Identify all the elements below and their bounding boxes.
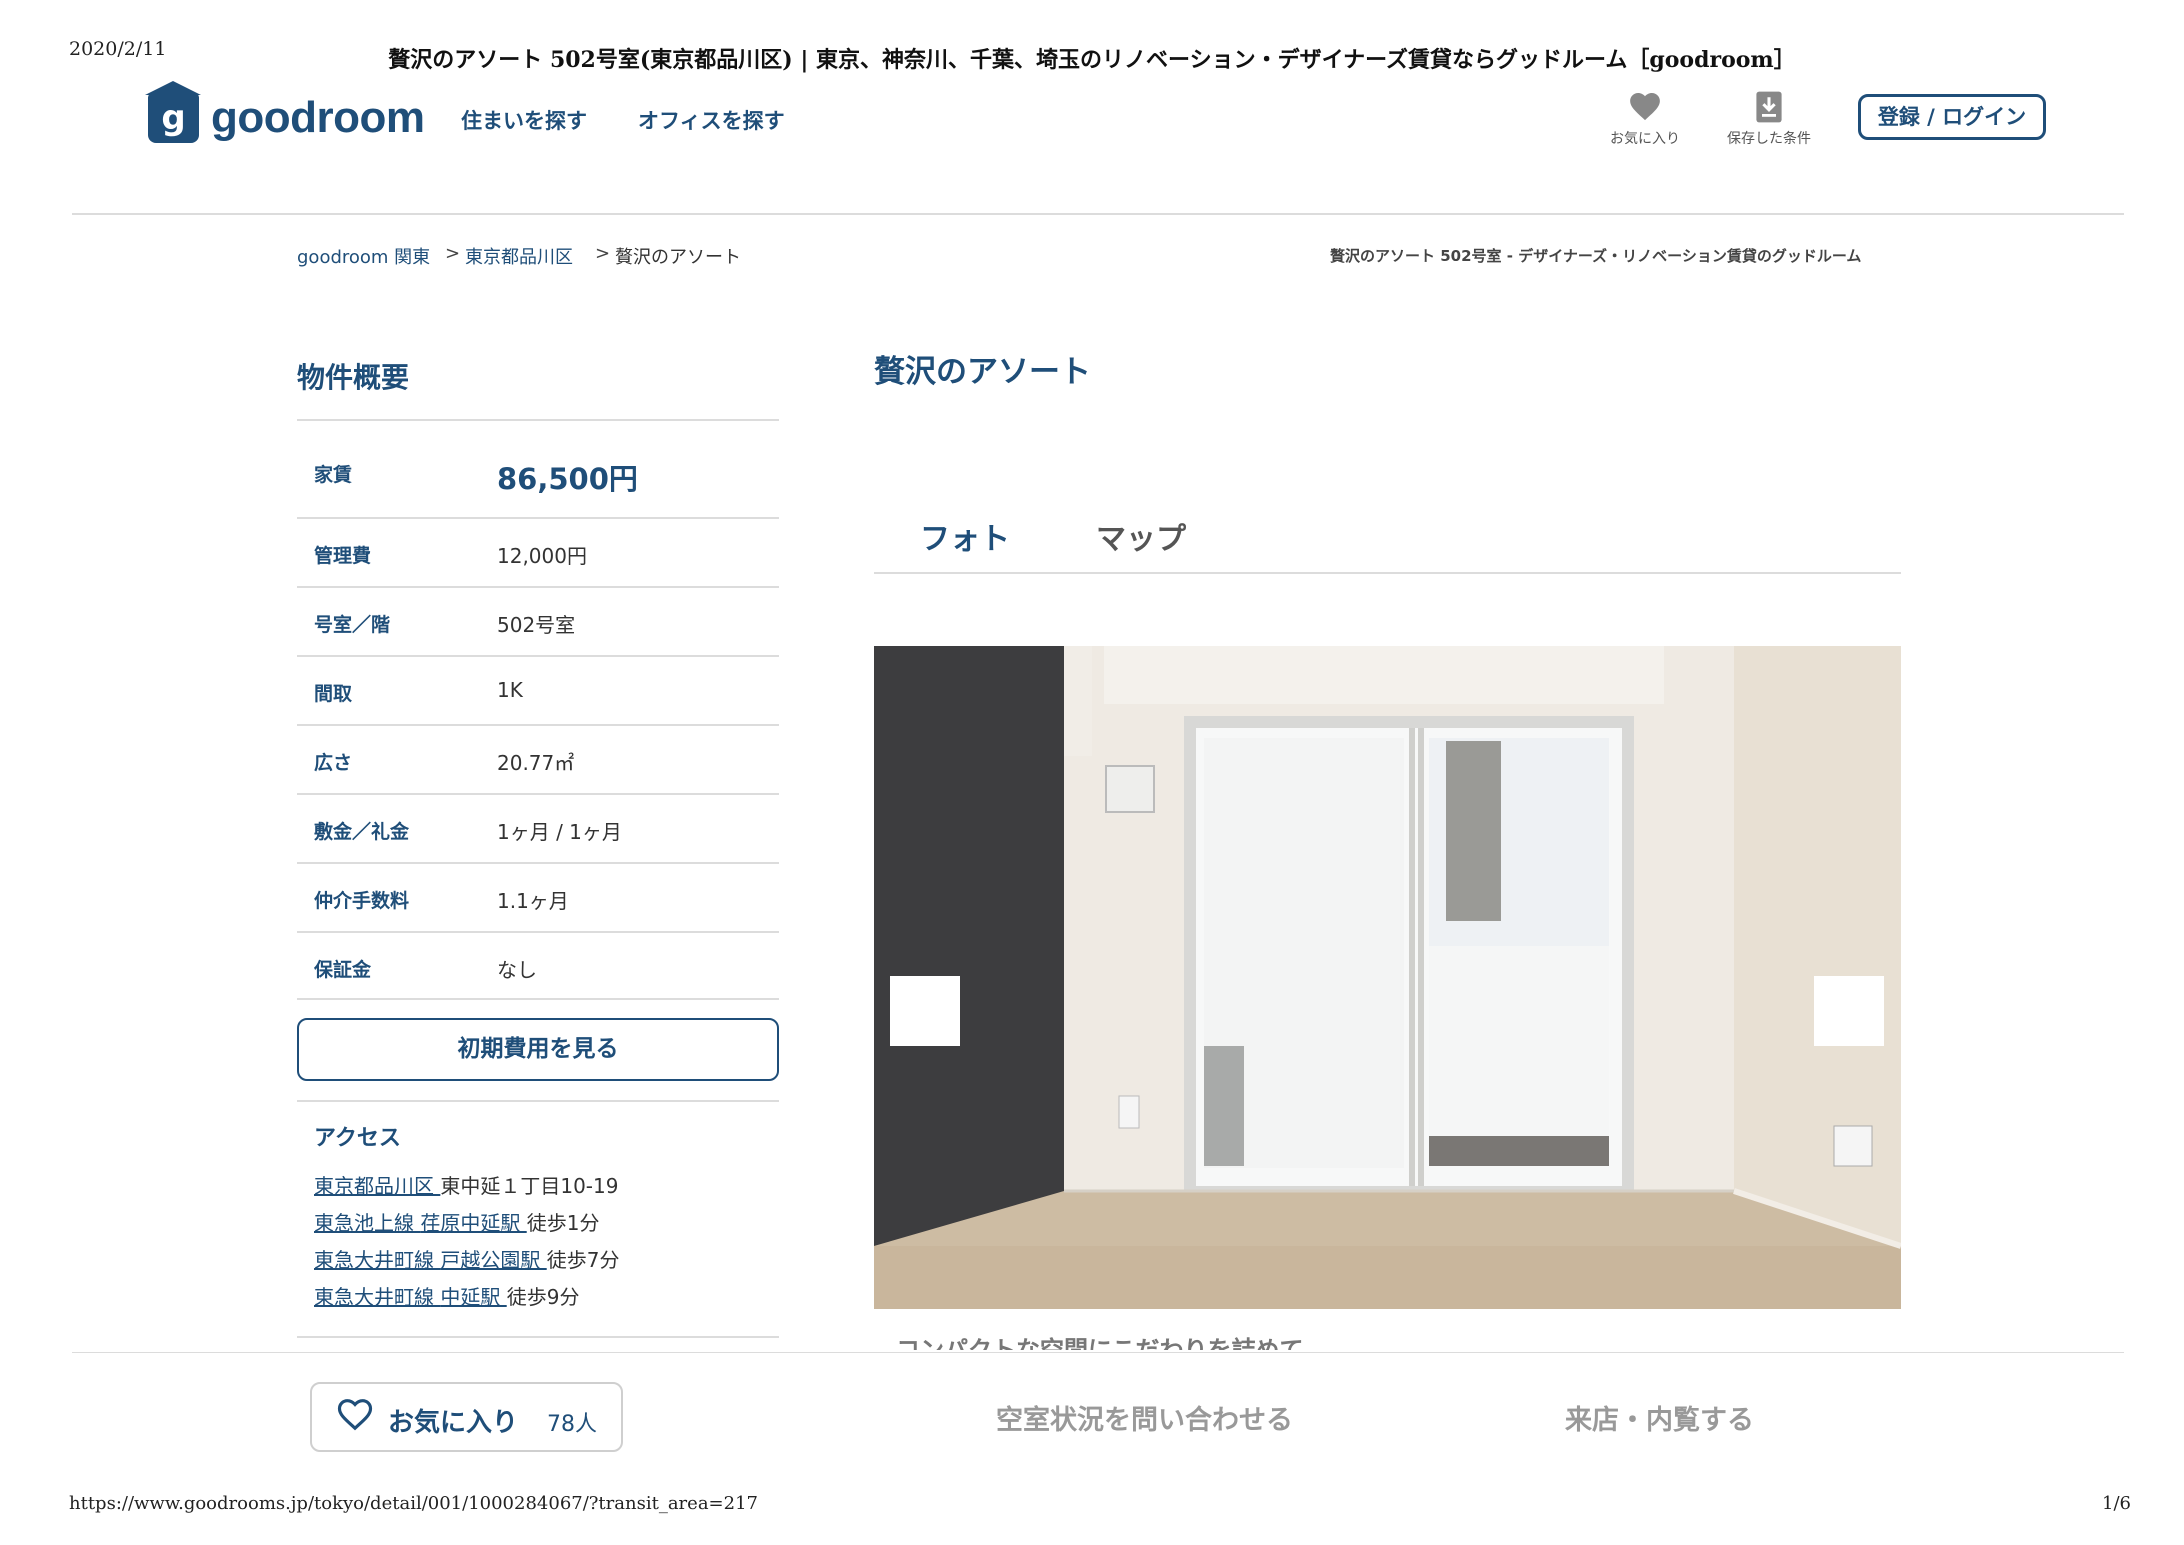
line-link[interactable]: 東急大井町線 bbox=[314, 1248, 440, 1272]
walk-time: 徒歩1分 bbox=[526, 1211, 600, 1235]
row-key: 保証金 bbox=[314, 959, 372, 981]
row-key: 広さ bbox=[314, 752, 353, 774]
table-row: 家賃 86,500円 bbox=[297, 419, 779, 517]
header-divider bbox=[72, 213, 2124, 215]
goodroom-logo[interactable]: g goodroom bbox=[145, 81, 425, 143]
overview-table: 家賃 86,500円 管理費 12,000円 号室／階 502号室 間取 1K … bbox=[297, 419, 779, 1000]
row-value: 20.77㎡ bbox=[497, 751, 575, 775]
bottom-bar-divider bbox=[72, 1352, 2124, 1353]
row-value: 1.1ヶ月 bbox=[497, 889, 569, 913]
inquiry-button[interactable]: 空室状況を問い合わせる bbox=[996, 1398, 1293, 1437]
access-line: 東急池上線 荏原中延駅 徒歩1分 bbox=[314, 1207, 599, 1236]
line-link[interactable]: 東急大井町線 bbox=[314, 1285, 440, 1309]
breadcrumb-item-shinagawa[interactable]: 東京都品川区 bbox=[465, 243, 573, 269]
photo-caption: コンパクトな空間にこだわりを詰めて bbox=[896, 1336, 1304, 1350]
area-link[interactable]: 東京都品川区 bbox=[314, 1174, 440, 1198]
station-link[interactable]: 戸越公園駅 bbox=[440, 1248, 546, 1272]
station-link[interactable]: 中延駅 bbox=[440, 1285, 506, 1309]
row-value: 12,000円 bbox=[497, 544, 587, 568]
access-line: 東京都品川区 東中延１丁目10-19 bbox=[314, 1170, 618, 1199]
table-row: 管理費 12,000円 bbox=[297, 517, 779, 586]
access-line: 東急大井町線 戸越公園駅 徒歩7分 bbox=[314, 1244, 619, 1273]
property-name: 贅沢のアソート bbox=[874, 354, 1091, 390]
breadcrumb-separator: > bbox=[445, 243, 461, 264]
visit-button[interactable]: 来店・内覧する bbox=[1565, 1398, 1754, 1437]
table-row: 間取 1K bbox=[297, 655, 779, 724]
row-value: なし bbox=[497, 958, 537, 982]
table-row: 保証金 なし bbox=[297, 931, 779, 1000]
access-divider bbox=[297, 1100, 779, 1102]
photo-prev-button[interactable] bbox=[890, 976, 960, 1046]
row-key: 仲介手数料 bbox=[314, 890, 410, 912]
room-photo-image bbox=[874, 646, 1901, 1309]
walk-time: 徒歩9分 bbox=[506, 1285, 580, 1309]
tab-map[interactable]: マップ bbox=[1096, 514, 1186, 558]
print-page-title: 贅沢のアソート 502号室(東京都品川区) | 東京、神奈川、千葉、埼玉のリノベ… bbox=[388, 47, 1796, 73]
row-value: 86,500円 bbox=[497, 462, 638, 496]
heart-icon bbox=[1590, 90, 1700, 124]
breadcrumb-separator: > bbox=[595, 243, 611, 264]
saved-conditions-link[interactable]: 保存した条件 bbox=[1714, 90, 1824, 148]
row-key: 管理費 bbox=[314, 545, 372, 567]
row-key: 号室／階 bbox=[314, 614, 391, 636]
table-row: 仲介手数料 1.1ヶ月 bbox=[297, 862, 779, 931]
initial-cost-button[interactable]: 初期費用を見る bbox=[297, 1018, 779, 1081]
photo-next-button[interactable] bbox=[1814, 976, 1884, 1046]
access-line: 東急大井町線 中延駅 徒歩9分 bbox=[314, 1281, 579, 1310]
page-heading-right: 贅沢のアソート 502号室 - デザイナーズ・リノベーション賃貸のグッドルーム bbox=[1330, 247, 1862, 265]
table-row: 号室／階 502号室 bbox=[297, 586, 779, 655]
favorites-link[interactable]: お気に入り bbox=[1590, 90, 1700, 148]
row-key: 敷金／礼金 bbox=[314, 821, 410, 843]
row-value: 1ヶ月 / 1ヶ月 bbox=[497, 820, 622, 844]
save-download-icon bbox=[1714, 90, 1824, 124]
row-key: 家賃 bbox=[314, 464, 353, 486]
tabs-divider bbox=[874, 572, 1901, 574]
sidebar-bottom-divider bbox=[297, 1336, 779, 1338]
favorite-button[interactable]: お気に入り 78人 bbox=[310, 1382, 623, 1452]
table-row: 敷金／礼金 1ヶ月 / 1ヶ月 bbox=[297, 793, 779, 862]
line-link[interactable]: 東急池上線 bbox=[314, 1211, 420, 1235]
row-key: 間取 bbox=[314, 683, 353, 705]
property-photo[interactable] bbox=[874, 646, 1901, 1309]
login-button[interactable]: 登録 / ログイン bbox=[1858, 94, 2046, 140]
address-text: 東中延１丁目10-19 bbox=[440, 1174, 619, 1198]
breadcrumb-item-kanto[interactable]: goodroom 関東 bbox=[297, 243, 430, 269]
favorite-label: お気に入り bbox=[388, 1408, 519, 1438]
row-value: 1K bbox=[497, 678, 523, 702]
house-logo-icon: g bbox=[145, 81, 201, 143]
walk-time: 徒歩7分 bbox=[546, 1248, 620, 1272]
table-row: 広さ 20.77㎡ bbox=[297, 724, 779, 793]
print-url: https://www.goodrooms.jp/tokyo/detail/00… bbox=[69, 1493, 758, 1514]
access-title: アクセス bbox=[314, 1126, 401, 1151]
station-link[interactable]: 荏原中延駅 bbox=[420, 1211, 526, 1235]
breadcrumb-item-current: 贅沢のアソート bbox=[615, 247, 741, 268]
favorites-label: お気に入り bbox=[1610, 131, 1680, 147]
print-page-number: 1/6 bbox=[2102, 1493, 2131, 1514]
row-value: 502号室 bbox=[497, 613, 576, 637]
heart-outline-icon bbox=[336, 1396, 374, 1436]
favorite-count: 78人 bbox=[547, 1412, 597, 1437]
logo-text: goodroom bbox=[211, 92, 425, 142]
nav-find-home[interactable]: 住まいを探す bbox=[461, 105, 587, 135]
saved-label: 保存した条件 bbox=[1727, 131, 1811, 147]
overview-title: 物件概要 bbox=[297, 361, 410, 394]
nav-find-office[interactable]: オフィスを探す bbox=[638, 105, 785, 135]
tab-photo[interactable]: フォト bbox=[920, 514, 1010, 558]
